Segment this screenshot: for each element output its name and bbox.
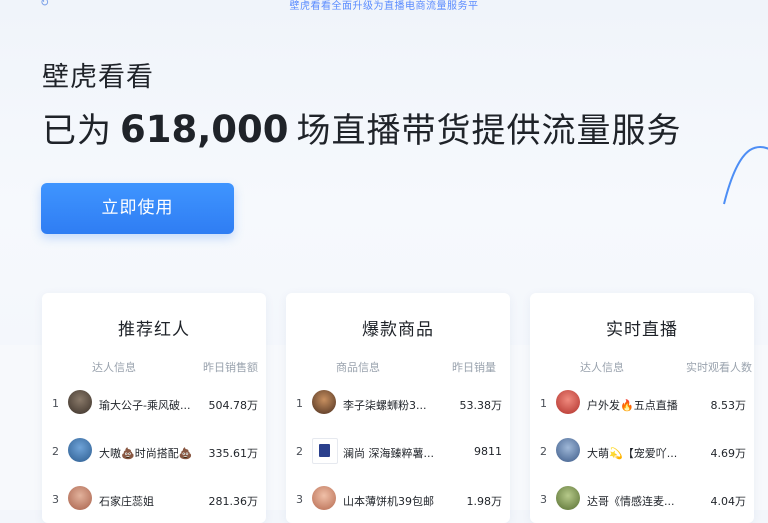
decorative-curve-icon [723, 146, 768, 205]
item-name: 石家庄蕊姐 [99, 495, 154, 508]
item-value: 335.61万 [208, 447, 259, 460]
announcement-banner[interactable]: 壁虎看看全面升级为直播电商流量服务平 [0, 0, 768, 12]
column-header-left: 商品信息 [336, 361, 380, 374]
rank-number: 1 [540, 397, 547, 410]
product-thumbnail [312, 390, 336, 414]
column-header-right: 昨日销量 [452, 361, 496, 374]
avatar [68, 390, 92, 414]
item-name: 李子柒螺蛳粉3... [343, 399, 427, 412]
card-live-streams: 实时直播 达人信息 实时观看人数 1 户外发🔥五点直播 8.53万 2 大萌💫【… [530, 293, 754, 523]
card-recommended-influencers: 推荐红人 达人信息 昨日销售额 1 瑜大公子-乘风破... 504.78万 2 … [42, 293, 266, 523]
column-header-left: 达人信息 [580, 361, 624, 374]
item-name: 户外发🔥五点直播 [587, 399, 678, 412]
item-value: 4.04万 [710, 495, 747, 508]
card-title: 爆款商品 [362, 320, 434, 340]
avatar [556, 486, 580, 510]
list-item[interactable]: 3 石家庄蕊姐 281.36万 [42, 486, 266, 516]
card-hot-products: 爆款商品 商品信息 昨日销量 1 李子柒螺蛳粉3... 53.38万 2 澜尚 … [286, 293, 510, 523]
avatar [556, 438, 580, 462]
item-value: 8.53万 [710, 399, 747, 412]
headline-prefix: 已为 [42, 111, 112, 151]
rank-number: 3 [52, 493, 59, 506]
rank-number: 3 [296, 493, 303, 506]
card-title: 推荐红人 [118, 320, 190, 340]
item-value: 4.69万 [710, 447, 747, 460]
item-name: 澜尚 深海臻粹薯... [343, 447, 434, 460]
list-item[interactable]: 3 山本薄饼机39包邮 1.98万 [286, 486, 510, 516]
rank-number: 1 [52, 397, 59, 410]
headline-number: 618,000 [120, 108, 289, 151]
product-thumbnail [312, 438, 338, 464]
item-value: 9811 [474, 445, 502, 458]
list-item[interactable]: 1 瑜大公子-乘风破... 504.78万 [42, 390, 266, 420]
brand-title: 壁虎看看 [42, 62, 154, 93]
headline-suffix: 场直播带货提供流量服务 [296, 111, 682, 151]
list-item[interactable]: 2 大萌💫【宠爱吖... 4.69万 [530, 438, 754, 468]
item-name: 瑜大公子-乘风破... [99, 399, 191, 412]
rank-number: 3 [540, 493, 547, 506]
rank-number: 1 [296, 397, 303, 410]
rank-number: 2 [296, 445, 303, 458]
use-now-button[interactable]: 立即使用 [41, 183, 234, 234]
list-item[interactable]: 2 澜尚 深海臻粹薯... 9811 [286, 438, 510, 468]
avatar [68, 486, 92, 510]
item-name: 达哥《情感连麦... [587, 495, 675, 508]
item-value: 504.78万 [208, 399, 259, 412]
item-value: 1.98万 [466, 495, 503, 508]
item-name: 大嗷💩时尚搭配💩 [99, 447, 193, 460]
product-thumbnail [312, 486, 336, 510]
item-name: 大萌💫【宠爱吖... [587, 447, 678, 460]
card-title: 实时直播 [606, 320, 678, 340]
list-item[interactable]: 3 达哥《情感连麦... 4.04万 [530, 486, 754, 516]
avatar [68, 438, 92, 462]
column-header-right: 昨日销售额 [203, 361, 258, 374]
headline: 已为 618,000 场直播带货提供流量服务 [42, 103, 682, 152]
list-item[interactable]: 1 户外发🔥五点直播 8.53万 [530, 390, 754, 420]
column-header-left: 达人信息 [92, 361, 136, 374]
rank-number: 2 [52, 445, 59, 458]
product-box-icon [319, 444, 330, 457]
column-header-right: 实时观看人数 [686, 361, 752, 374]
item-value: 281.36万 [208, 495, 259, 508]
item-value: 53.38万 [459, 399, 503, 412]
list-item[interactable]: 1 李子柒螺蛳粉3... 53.38万 [286, 390, 510, 420]
item-name: 山本薄饼机39包邮 [343, 495, 434, 508]
rank-number: 2 [540, 445, 547, 458]
avatar [556, 390, 580, 414]
list-item[interactable]: 2 大嗷💩时尚搭配💩 335.61万 [42, 438, 266, 468]
